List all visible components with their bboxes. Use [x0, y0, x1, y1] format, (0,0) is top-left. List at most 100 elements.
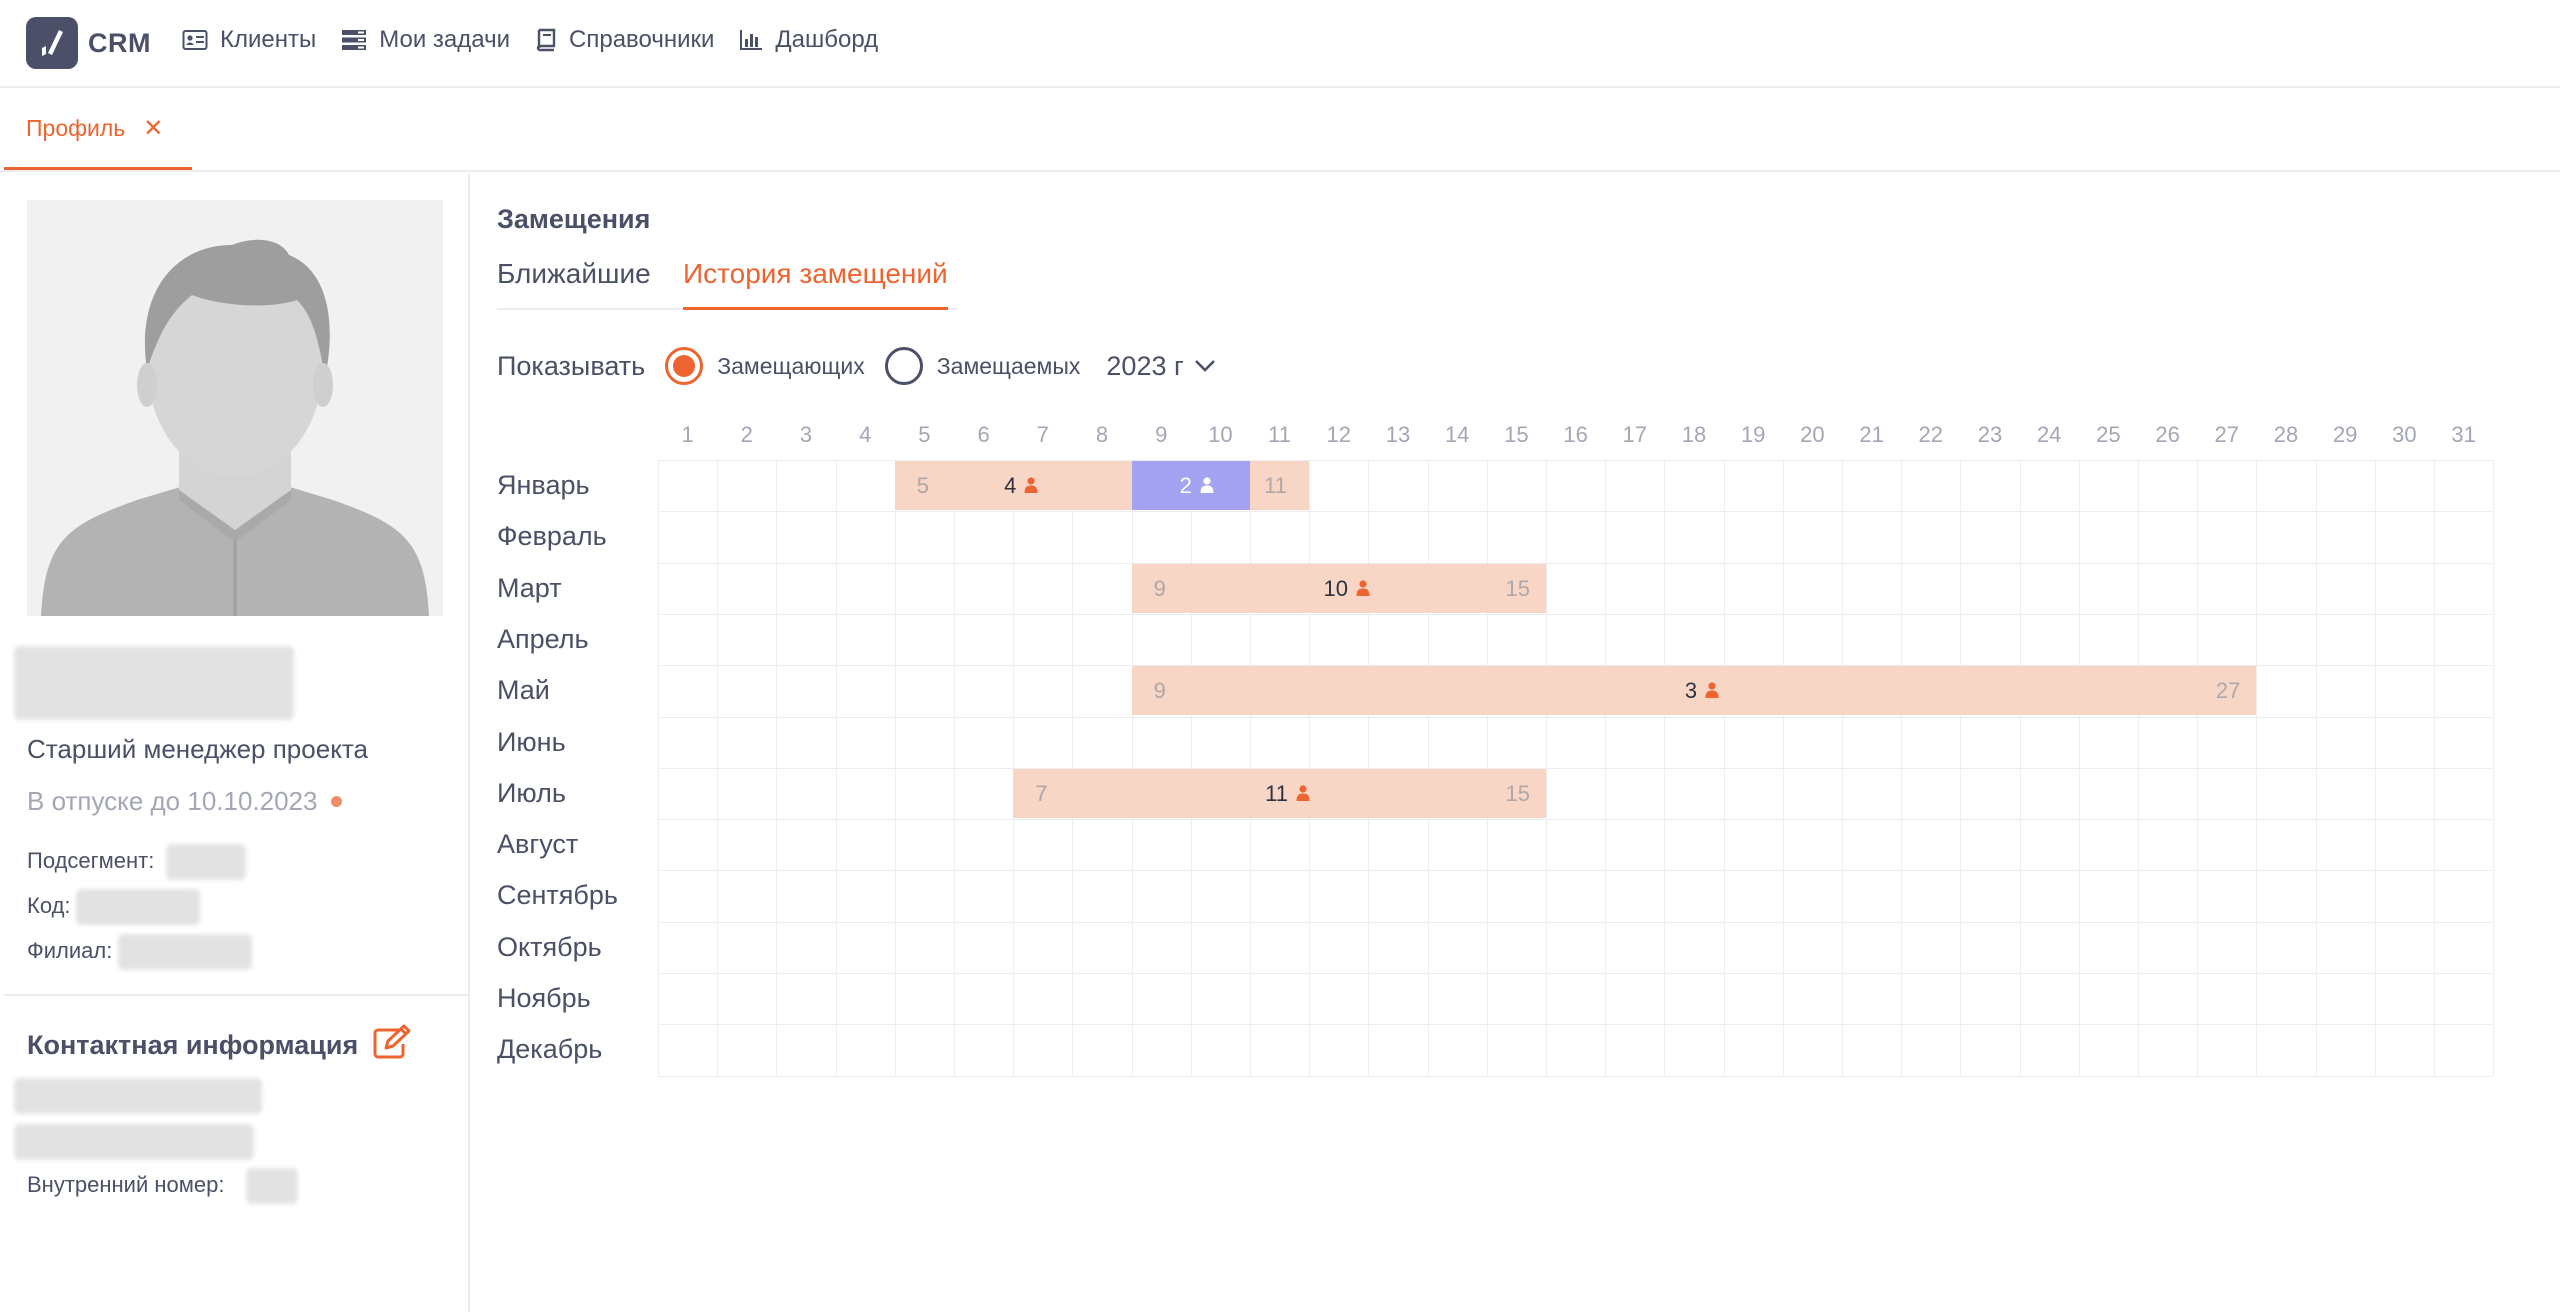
tab-profile-label: Профиль [26, 115, 126, 141]
nav-item-directories[interactable]: Справочники [535, 26, 714, 54]
day-header: 29 [2332, 422, 2358, 447]
branch-label: Филиал: [27, 938, 113, 963]
code-label: Код: [27, 893, 71, 918]
day-header: 11 [1268, 422, 1292, 447]
substitution-period-bar[interactable]: 54 [894, 461, 1132, 510]
grid-line-horizontal [658, 819, 2492, 821]
day-header: 5 [918, 422, 931, 447]
contact-info-title-text: Контактная информация [27, 1030, 359, 1060]
employee-name-redacted [14, 646, 294, 720]
nav-item-label: Справочники [569, 26, 715, 53]
edit-icon[interactable] [372, 1024, 412, 1067]
substitution-period-bar[interactable]: 11 [1250, 461, 1310, 510]
month-label: Июль [497, 777, 566, 808]
branch-value-redacted [118, 934, 252, 970]
status-dot [331, 796, 343, 807]
substitution-period-bar[interactable]: 7 15 11 [1013, 768, 1546, 818]
grid-line-horizontal [658, 562, 2492, 564]
contact-info-title: Контактная информация [27, 1024, 412, 1067]
vacation-status: В отпуске до 10.10.2023 [27, 786, 343, 817]
substitution-period-bar[interactable]: 2 [1131, 461, 1250, 510]
logo-mark-icon [26, 17, 78, 69]
tab-profile[interactable]: Профиль ✕ [4, 90, 192, 170]
nav-item-label: Дашборд [775, 26, 879, 53]
substitutes-count[interactable]: 4 [1004, 461, 1038, 510]
period-end-day: 15 [1505, 575, 1530, 601]
internal-number-redacted [246, 1168, 298, 1204]
nav-item-my-tasks[interactable]: Мои задачи [341, 26, 510, 54]
day-header: 31 [2451, 422, 2476, 447]
grid-line-horizontal [658, 1075, 2492, 1077]
substitutes-count[interactable]: 10 [1324, 564, 1370, 613]
substitutes-count[interactable]: 3 [1685, 666, 1719, 715]
period-end-day: 27 [2215, 678, 2241, 704]
substitutes-count-value: 10 [1323, 575, 1349, 601]
tab-history[interactable]: История замещений [683, 258, 948, 310]
month-label: Май [497, 675, 550, 706]
person-icon [1016, 461, 1038, 510]
period-start-day: 11 [1264, 473, 1287, 498]
job-title: Старший менеджер проекта [27, 734, 368, 764]
day-header: 13 [1385, 422, 1411, 447]
profile-panel: Старший менеджер проекта В отпуске до 10… [0, 174, 470, 1312]
bar-chart-icon [740, 30, 763, 50]
subsegment-value-redacted [166, 844, 246, 880]
month-label: Апрель [497, 623, 589, 654]
month-label: Июнь [497, 726, 566, 757]
grid-line-vertical [2493, 460, 2495, 1076]
radio-substitutes[interactable] [665, 347, 704, 385]
month-label: Октябрь [497, 931, 602, 962]
day-header: 20 [1800, 422, 1825, 447]
show-label: Показывать [497, 350, 646, 381]
month-label: Ноябрь [497, 983, 591, 1013]
day-header: 26 [2155, 422, 2180, 447]
nav-item-label: Клиенты [220, 26, 317, 53]
phone-redacted [14, 1078, 262, 1114]
day-header: 4 [859, 422, 872, 447]
vacation-status-text: В отпуске до 10.10.2023 [27, 786, 318, 816]
user-silhouette-icon [41, 239, 429, 616]
month-label: Март [497, 572, 562, 603]
contacts-card-icon [182, 30, 208, 50]
day-header: 3 [799, 422, 813, 447]
day-header: 19 [1740, 422, 1766, 447]
logo-text: CRM [88, 27, 151, 58]
month-label: Декабрь [497, 1034, 603, 1065]
radio-substitutes-label[interactable]: Замещающих [717, 353, 865, 380]
substitution-period-bar[interactable]: 9 15 10 [1131, 563, 1546, 613]
section-divider [4, 994, 468, 996]
day-header: 2 [740, 422, 753, 447]
person-icon [1288, 769, 1310, 818]
internal-number-label: Внутренний номер: [27, 1172, 225, 1197]
grid-line-horizontal [658, 767, 2492, 769]
nav-item-clients[interactable]: Клиенты [182, 26, 316, 54]
day-header: 15 [1504, 422, 1529, 447]
substitutes-count[interactable]: 11 [1265, 769, 1310, 818]
day-header: 25 [2096, 422, 2121, 447]
day-header: 6 [977, 422, 990, 447]
person-icon [1192, 461, 1214, 510]
day-header: 24 [2036, 422, 2062, 447]
close-icon[interactable]: ✕ [143, 114, 163, 143]
radio-substituted[interactable] [884, 347, 923, 385]
grid-line-horizontal [658, 973, 2492, 974]
month-label: Январь [497, 470, 590, 500]
day-header: 1 [681, 422, 694, 447]
app-logo[interactable]: CRM [26, 17, 151, 69]
period-end-day: 15 [1505, 780, 1530, 806]
year-dropdown[interactable]: 2023 г [1106, 351, 1215, 382]
month-label: Август [497, 829, 579, 860]
tab-nearest[interactable]: Ближайшие [497, 258, 651, 310]
substitution-period-bar[interactable]: 9 27 3 [1131, 666, 2257, 716]
day-header: 7 [1036, 422, 1049, 447]
day-header: 16 [1563, 422, 1588, 447]
grid-line-horizontal [658, 716, 2492, 718]
day-header: 28 [2273, 422, 2299, 447]
radio-substituted-label[interactable]: Замещаемых [937, 353, 1081, 380]
nav-item-dashboard[interactable]: Дашборд [739, 26, 878, 54]
substitutes-count[interactable]: 2 [1180, 461, 1214, 510]
month-label: Февраль [497, 521, 607, 552]
grid-line-horizontal [658, 1024, 2492, 1026]
day-header: 27 [2214, 422, 2240, 447]
filters-row: Показывать Замещающих Замещаемых 2023 г [497, 344, 1216, 388]
